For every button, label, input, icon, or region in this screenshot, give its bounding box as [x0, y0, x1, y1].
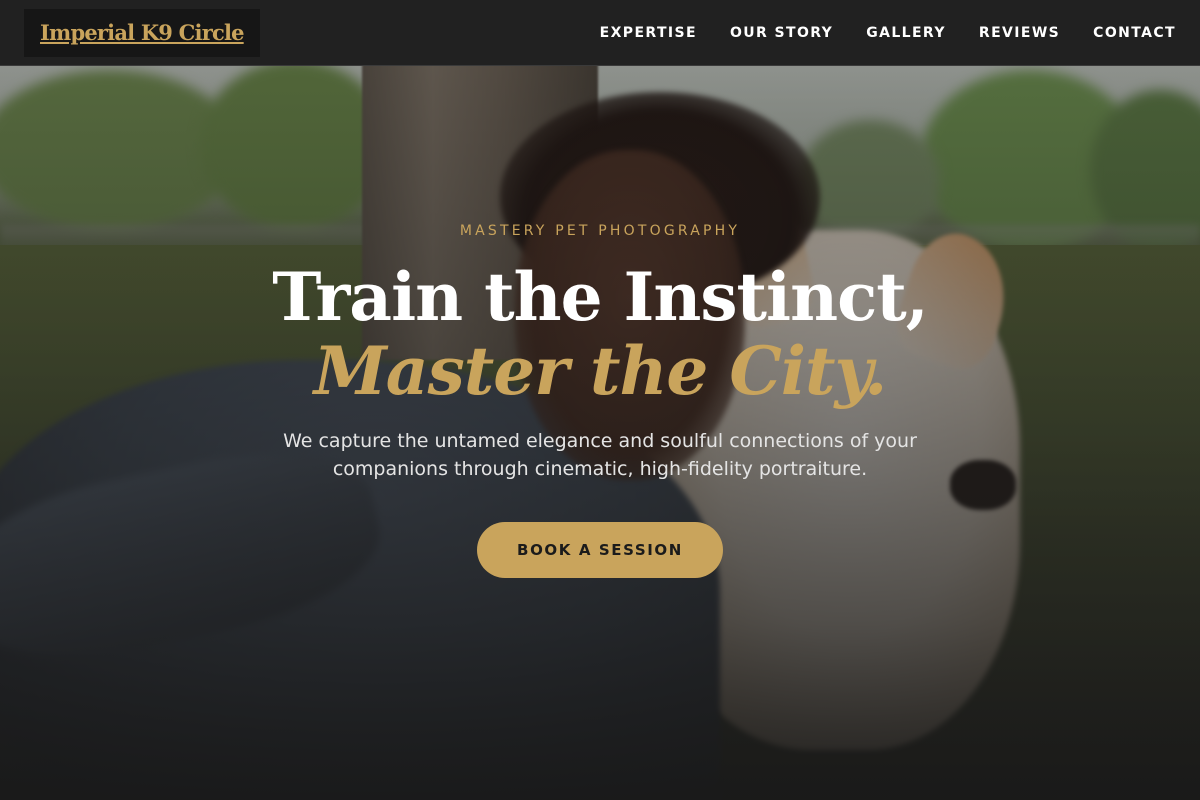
hero-title-line2: Master the City.	[313, 332, 888, 410]
book-session-button[interactable]: BOOK A SESSION	[477, 522, 723, 578]
hero-description: We capture the untamed elegance and soul…	[283, 430, 917, 480]
hero-title-line1: Train the Instinct,	[272, 258, 929, 336]
hero-eyebrow: MASTERY PET PHOTOGRAPHY	[459, 223, 741, 239]
hero-content: MASTERY PET PHOTOGRAPHY Train the Instin…	[0, 0, 1200, 800]
